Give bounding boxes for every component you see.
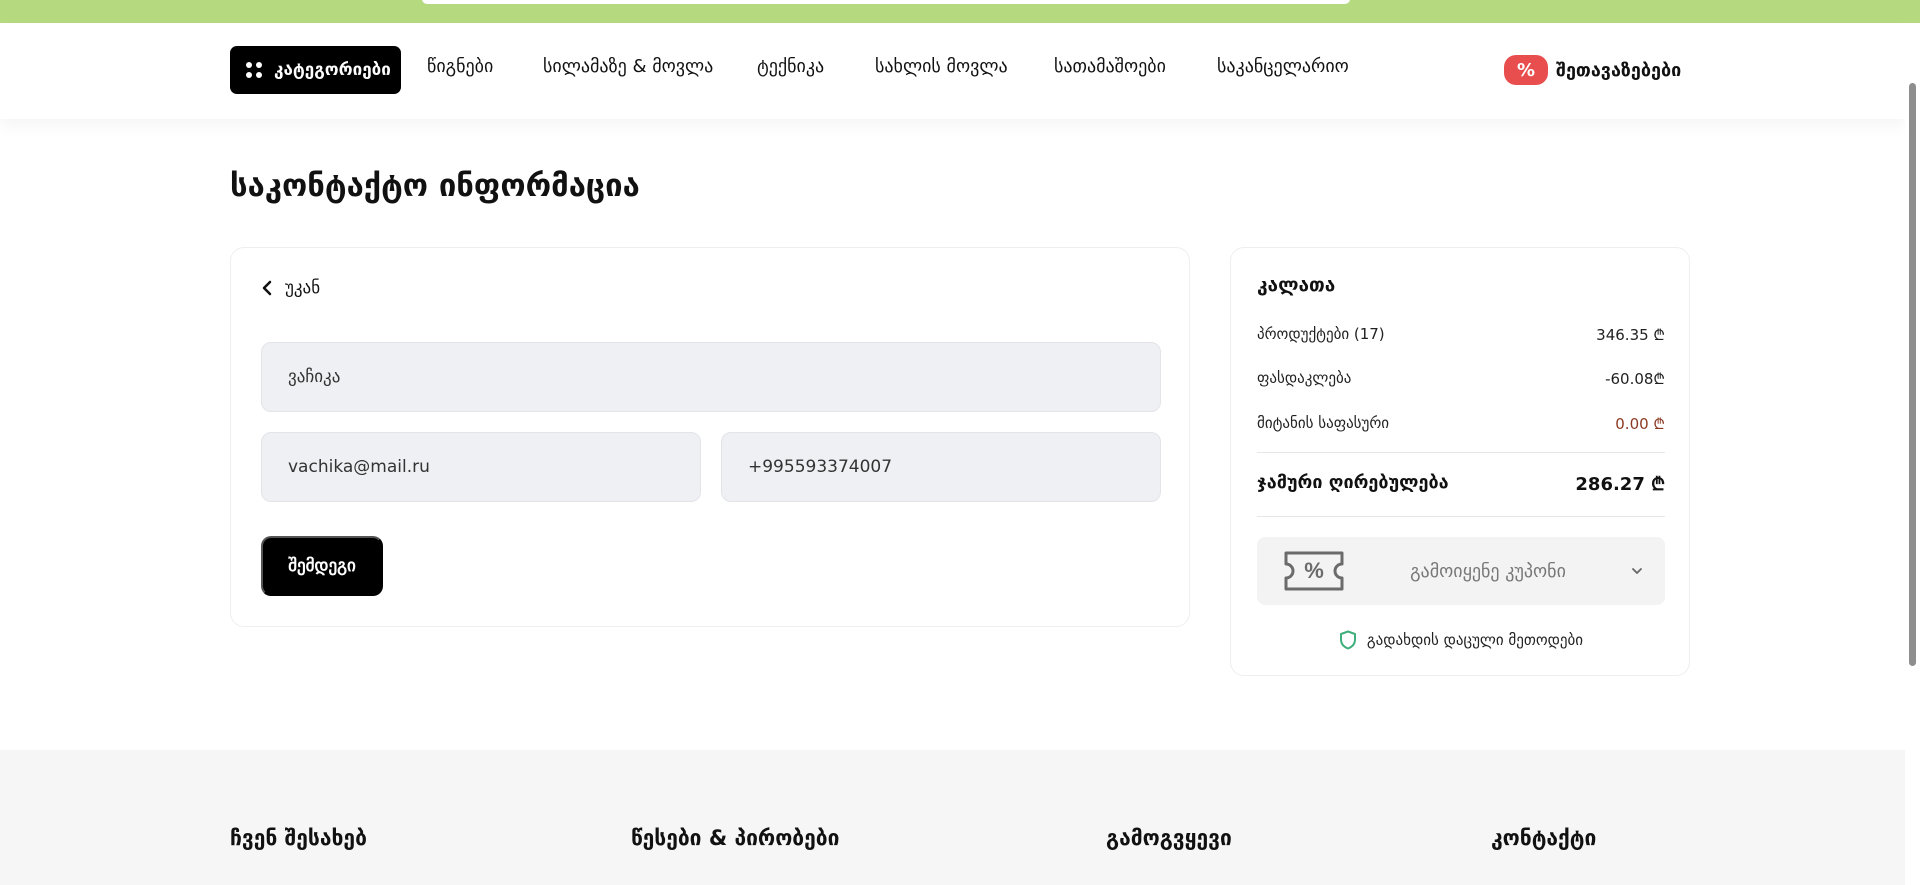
offers-label: შეთავაზებები xyxy=(1556,59,1682,81)
footer: ჩვენ შესახებ წესები & პირობები გამოგვყევ… xyxy=(0,750,1905,885)
chevron-down-icon xyxy=(1632,568,1642,574)
discount-label: ფასდაკლება xyxy=(1257,369,1352,387)
offers-link[interactable]: % შეთავაზებები xyxy=(1504,55,1681,85)
discount-value: -60.08₾ xyxy=(1605,370,1665,388)
page-scrollbar[interactable] xyxy=(1905,23,1920,885)
scrollbar-thumb[interactable] xyxy=(1909,83,1916,666)
delivery-value: 0.00 ₾ xyxy=(1615,415,1665,433)
name-field[interactable]: ვაჩიკა xyxy=(261,342,1161,412)
back-label: უკან xyxy=(285,278,321,298)
coupon-ticket-icon: % xyxy=(1284,551,1344,591)
delivery-label: მიტანის საფასური xyxy=(1257,414,1390,432)
contact-form-card: უკან ვაჩიკა vachika@mail.ru +99559337400… xyxy=(230,247,1190,627)
percent-badge-icon: % xyxy=(1504,55,1548,85)
secure-payment-note: გადახდის დაცული მეთოდები xyxy=(1231,630,1691,650)
main-header: კატეგორიები წიგნები სილამაზე & მოვლა ტექ… xyxy=(0,23,1905,119)
coupon-dropdown[interactable]: % გამოიყენე კუპონი xyxy=(1257,537,1665,605)
total-value: 286.27 ₾ xyxy=(1575,474,1665,495)
nav-item-tech[interactable]: ტექნიკა xyxy=(757,56,824,77)
page-title: საკონტაქტო ინფორმაცია xyxy=(230,168,640,204)
footer-follow-heading: გამოგვყევი xyxy=(1106,826,1232,850)
phone-field[interactable]: +995593374007 xyxy=(721,432,1161,502)
search-bar-edge[interactable] xyxy=(422,0,1350,4)
categories-button[interactable]: კატეგორიები xyxy=(230,46,401,94)
delivery-row: მიტანის საფასური 0.00 ₾ xyxy=(1257,414,1665,434)
chevron-left-icon xyxy=(262,280,272,296)
total-label: ჯამური ღირებულება xyxy=(1257,472,1449,493)
coupon-icon-text: % xyxy=(1304,558,1324,583)
grid-dots-icon xyxy=(246,62,262,78)
top-banner-strip xyxy=(0,0,1920,23)
footer-about-heading: ჩვენ შესახებ xyxy=(230,826,367,850)
footer-terms-heading: წესები & პირობები xyxy=(631,826,840,850)
nav-item-stationery[interactable]: საკანცელარიო xyxy=(1217,56,1349,77)
nav-item-home-care[interactable]: სახლის მოვლა xyxy=(875,56,1008,77)
products-row: პროდუქტები (17) 346.35 ₾ xyxy=(1257,325,1665,345)
email-field[interactable]: vachika@mail.ru xyxy=(261,432,701,502)
products-label: პროდუქტები (17) xyxy=(1257,325,1385,343)
products-value: 346.35 ₾ xyxy=(1596,326,1665,344)
shield-icon xyxy=(1339,630,1356,650)
coupon-label: გამოიყენე კუპონი xyxy=(1410,560,1566,582)
categories-label: კატეგორიები xyxy=(274,60,391,80)
nav-item-toys[interactable]: სათამაშოები xyxy=(1054,56,1166,77)
back-link[interactable]: უკან xyxy=(261,278,320,298)
divider xyxy=(1257,452,1665,453)
secure-label: გადახდის დაცული მეთოდები xyxy=(1366,631,1584,649)
cart-summary-card: კალათა პროდუქტები (17) 346.35 ₾ ფასდაკლე… xyxy=(1230,247,1690,676)
footer-contact-heading: კონტაქტი xyxy=(1491,826,1597,850)
next-button[interactable]: შემდეგი xyxy=(261,536,383,596)
discount-row: ფასდაკლება -60.08₾ xyxy=(1257,369,1665,389)
divider xyxy=(1257,516,1665,517)
nav-item-books[interactable]: წიგნები xyxy=(427,56,493,77)
cart-title: კალათა xyxy=(1257,274,1336,296)
nav-item-beauty[interactable]: სილამაზე & მოვლა xyxy=(543,56,713,77)
total-row: ჯამური ღირებულება 286.27 ₾ xyxy=(1257,472,1665,496)
